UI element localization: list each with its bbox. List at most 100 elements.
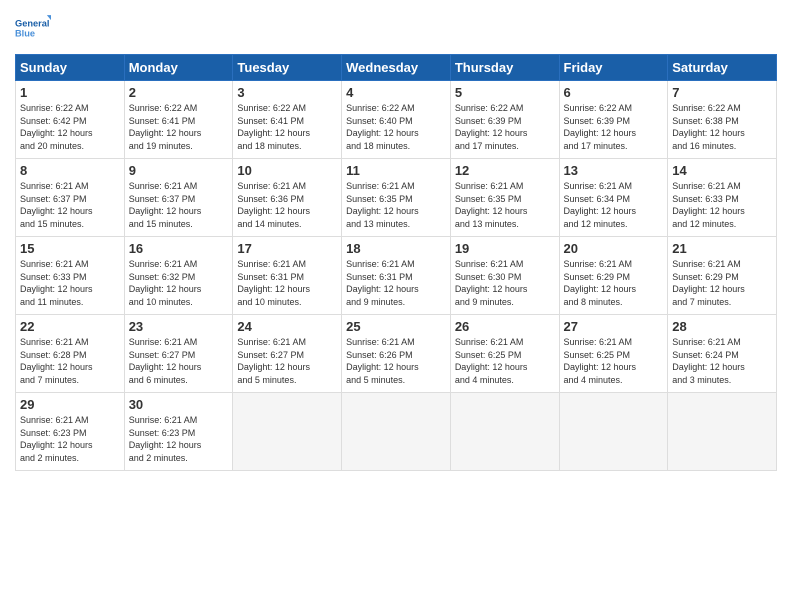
calendar-cell: 13 Sunrise: 6:21 AM Sunset: 6:34 PM Dayli… <box>559 159 668 237</box>
calendar-cell: 1Sunrise: 6:22 AM Sunset: 6:42 PM Daylig… <box>16 81 125 159</box>
day-number: 20 <box>564 241 664 256</box>
day-number: 29 <box>20 397 120 412</box>
calendar-cell: 2 Sunrise: 6:22 AM Sunset: 6:41 PM Daylig… <box>124 81 233 159</box>
calendar-cell: 30 Sunrise: 6:21 AM Sunset: 6:23 PM Dayli… <box>124 393 233 471</box>
day-number: 24 <box>237 319 337 334</box>
calendar-cell <box>342 393 451 471</box>
day-info: Sunrise: 6:21 AM Sunset: 6:26 PM Dayligh… <box>346 336 446 386</box>
day-info: Sunrise: 6:21 AM Sunset: 6:32 PM Dayligh… <box>129 258 229 308</box>
day-number: 1 <box>20 85 120 100</box>
calendar-cell: 22 Sunrise: 6:21 AM Sunset: 6:28 PM Dayli… <box>16 315 125 393</box>
day-info: Sunrise: 6:21 AM Sunset: 6:28 PM Dayligh… <box>20 336 120 386</box>
calendar-cell: 20Sunrise: 6:21 AM Sunset: 6:29 PM Dayli… <box>559 237 668 315</box>
day-number: 30 <box>129 397 229 412</box>
calendar-cell: 5 Sunrise: 6:22 AM Sunset: 6:39 PM Daylig… <box>450 81 559 159</box>
calendar-cell: 21 Sunrise: 6:21 AM Sunset: 6:29 PM Dayli… <box>668 237 777 315</box>
calendar-cell: 4Sunrise: 6:22 AM Sunset: 6:40 PM Daylig… <box>342 81 451 159</box>
day-info: Sunrise: 6:21 AM Sunset: 6:30 PM Dayligh… <box>455 258 555 308</box>
day-number: 17 <box>237 241 337 256</box>
day-info: Sunrise: 6:21 AM Sunset: 6:35 PM Dayligh… <box>455 180 555 230</box>
day-info: Sunrise: 6:21 AM Sunset: 6:37 PM Dayligh… <box>129 180 229 230</box>
calendar-cell: 11 Sunrise: 6:21 AM Sunset: 6:35 PM Dayli… <box>342 159 451 237</box>
day-info: Sunrise: 6:22 AM Sunset: 6:39 PM Dayligh… <box>564 102 664 152</box>
day-number: 9 <box>129 163 229 178</box>
day-number: 15 <box>20 241 120 256</box>
calendar-cell: 28 Sunrise: 6:21 AM Sunset: 6:24 PM Dayli… <box>668 315 777 393</box>
svg-text:General: General <box>15 18 49 28</box>
day-number: 21 <box>672 241 772 256</box>
day-number: 13 <box>564 163 664 178</box>
day-info: Sunrise: 6:22 AM Sunset: 6:41 PM Dayligh… <box>237 102 337 152</box>
calendar-cell: 6 Sunrise: 6:22 AM Sunset: 6:39 PM Daylig… <box>559 81 668 159</box>
calendar-cell: 16 Sunrise: 6:21 AM Sunset: 6:32 PM Dayli… <box>124 237 233 315</box>
day-number: 2 <box>129 85 229 100</box>
day-info: Sunrise: 6:21 AM Sunset: 6:35 PM Dayligh… <box>346 180 446 230</box>
calendar-cell: 14 Sunrise: 6:21 AM Sunset: 6:33 PM Dayli… <box>668 159 777 237</box>
day-number: 19 <box>455 241 555 256</box>
day-info: Sunrise: 6:21 AM Sunset: 6:31 PM Dayligh… <box>237 258 337 308</box>
day-number: 14 <box>672 163 772 178</box>
calendar-cell: 3Sunrise: 6:22 AM Sunset: 6:41 PM Daylig… <box>233 81 342 159</box>
day-number: 4 <box>346 85 446 100</box>
weekday-header-wednesday: Wednesday <box>342 55 451 81</box>
day-info: Sunrise: 6:21 AM Sunset: 6:27 PM Dayligh… <box>237 336 337 386</box>
day-number: 28 <box>672 319 772 334</box>
day-number: 10 <box>237 163 337 178</box>
day-info: Sunrise: 6:21 AM Sunset: 6:36 PM Dayligh… <box>237 180 337 230</box>
calendar-cell: 12 Sunrise: 6:21 AM Sunset: 6:35 PM Dayli… <box>450 159 559 237</box>
day-info: Sunrise: 6:21 AM Sunset: 6:33 PM Dayligh… <box>672 180 772 230</box>
day-info: Sunrise: 6:21 AM Sunset: 6:24 PM Dayligh… <box>672 336 772 386</box>
day-number: 8 <box>20 163 120 178</box>
day-info: Sunrise: 6:21 AM Sunset: 6:23 PM Dayligh… <box>129 414 229 464</box>
day-info: Sunrise: 6:21 AM Sunset: 6:23 PM Dayligh… <box>20 414 120 464</box>
day-info: Sunrise: 6:22 AM Sunset: 6:38 PM Dayligh… <box>672 102 772 152</box>
calendar-cell: 23Sunrise: 6:21 AM Sunset: 6:27 PM Dayli… <box>124 315 233 393</box>
day-info: Sunrise: 6:21 AM Sunset: 6:33 PM Dayligh… <box>20 258 120 308</box>
calendar-cell: 26 Sunrise: 6:21 AM Sunset: 6:25 PM Dayli… <box>450 315 559 393</box>
calendar-cell: 25 Sunrise: 6:21 AM Sunset: 6:26 PM Dayli… <box>342 315 451 393</box>
calendar-cell <box>233 393 342 471</box>
weekday-header-sunday: Sunday <box>16 55 125 81</box>
day-info: Sunrise: 6:21 AM Sunset: 6:29 PM Dayligh… <box>672 258 772 308</box>
calendar-cell: 8 Sunrise: 6:21 AM Sunset: 6:37 PM Daylig… <box>16 159 125 237</box>
calendar: SundayMondayTuesdayWednesdayThursdayFrid… <box>15 54 777 471</box>
day-number: 26 <box>455 319 555 334</box>
day-number: 12 <box>455 163 555 178</box>
weekday-header-friday: Friday <box>559 55 668 81</box>
calendar-cell: 27 Sunrise: 6:21 AM Sunset: 6:25 PM Dayli… <box>559 315 668 393</box>
weekday-header-saturday: Saturday <box>668 55 777 81</box>
calendar-cell: 17 Sunrise: 6:21 AM Sunset: 6:31 PM Dayli… <box>233 237 342 315</box>
calendar-cell: 29 Sunrise: 6:21 AM Sunset: 6:23 PM Dayli… <box>16 393 125 471</box>
day-info: Sunrise: 6:22 AM Sunset: 6:41 PM Dayligh… <box>129 102 229 152</box>
day-number: 25 <box>346 319 446 334</box>
day-info: Sunrise: 6:21 AM Sunset: 6:25 PM Dayligh… <box>455 336 555 386</box>
calendar-cell <box>450 393 559 471</box>
day-number: 27 <box>564 319 664 334</box>
calendar-cell: 24 Sunrise: 6:21 AM Sunset: 6:27 PM Dayli… <box>233 315 342 393</box>
day-number: 22 <box>20 319 120 334</box>
calendar-cell <box>559 393 668 471</box>
day-number: 11 <box>346 163 446 178</box>
calendar-cell: 18 Sunrise: 6:21 AM Sunset: 6:31 PM Dayli… <box>342 237 451 315</box>
calendar-cell <box>668 393 777 471</box>
weekday-header-monday: Monday <box>124 55 233 81</box>
calendar-cell: 7Sunrise: 6:22 AM Sunset: 6:38 PM Daylig… <box>668 81 777 159</box>
day-info: Sunrise: 6:21 AM Sunset: 6:25 PM Dayligh… <box>564 336 664 386</box>
day-number: 5 <box>455 85 555 100</box>
day-info: Sunrise: 6:21 AM Sunset: 6:31 PM Dayligh… <box>346 258 446 308</box>
day-number: 16 <box>129 241 229 256</box>
day-number: 18 <box>346 241 446 256</box>
calendar-cell: 10 Sunrise: 6:21 AM Sunset: 6:36 PM Dayli… <box>233 159 342 237</box>
day-info: Sunrise: 6:21 AM Sunset: 6:34 PM Dayligh… <box>564 180 664 230</box>
calendar-cell: 15 Sunrise: 6:21 AM Sunset: 6:33 PM Dayli… <box>16 237 125 315</box>
day-info: Sunrise: 6:21 AM Sunset: 6:37 PM Dayligh… <box>20 180 120 230</box>
day-number: 6 <box>564 85 664 100</box>
day-number: 23 <box>129 319 229 334</box>
weekday-header-thursday: Thursday <box>450 55 559 81</box>
calendar-cell: 19 Sunrise: 6:21 AM Sunset: 6:30 PM Dayli… <box>450 237 559 315</box>
day-info: Sunrise: 6:22 AM Sunset: 6:39 PM Dayligh… <box>455 102 555 152</box>
logo: General Blue <box>15 10 51 46</box>
calendar-cell: 9 Sunrise: 6:21 AM Sunset: 6:37 PM Daylig… <box>124 159 233 237</box>
weekday-header-tuesday: Tuesday <box>233 55 342 81</box>
svg-text:Blue: Blue <box>15 29 35 39</box>
